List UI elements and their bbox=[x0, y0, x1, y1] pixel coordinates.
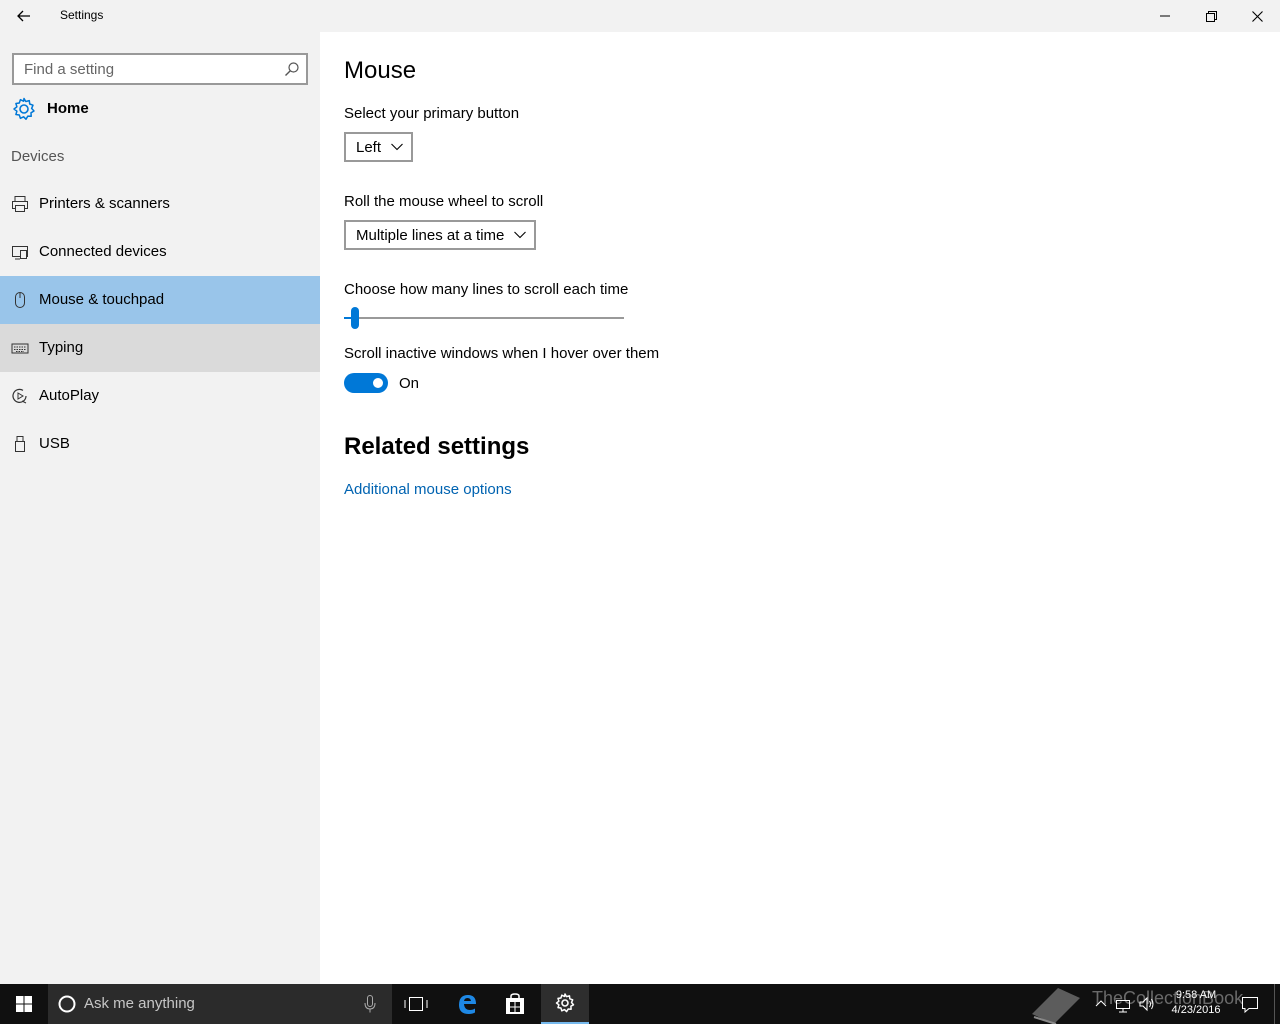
chevron-up-icon[interactable] bbox=[1094, 994, 1108, 1014]
system-tray bbox=[1094, 994, 1156, 1014]
close-icon bbox=[1251, 10, 1263, 22]
search-box[interactable] bbox=[12, 53, 308, 85]
network-icon[interactable] bbox=[1114, 994, 1132, 1014]
search-icon[interactable] bbox=[284, 61, 300, 77]
sidebar-item-label: Printers & scanners bbox=[39, 195, 170, 212]
home-link[interactable]: Home bbox=[0, 92, 320, 126]
usb-icon bbox=[15, 436, 25, 452]
primary-button-dropdown[interactable]: Left bbox=[344, 132, 414, 162]
book-icon bbox=[1032, 988, 1080, 1024]
restore-button[interactable] bbox=[1188, 0, 1234, 32]
edge-browser-icon bbox=[459, 995, 476, 1014]
store-bag-icon bbox=[506, 993, 524, 1014]
page-title: Mouse bbox=[344, 57, 417, 84]
primary-button-value: Left bbox=[356, 138, 382, 156]
title-bar: Settings bbox=[0, 0, 1280, 32]
cortana-icon bbox=[58, 995, 76, 1013]
sidebar-item-label: AutoPlay bbox=[39, 387, 100, 404]
primary-button-label: Select your primary button bbox=[344, 105, 520, 122]
chevron-down-icon bbox=[514, 231, 527, 239]
taskbar: Ask me anything TheCollectionBook 9:58 A… bbox=[0, 984, 1280, 1024]
wheel-scroll-dropdown[interactable]: Multiple lines at a time bbox=[344, 220, 537, 250]
toggle-knob bbox=[373, 378, 383, 388]
sidebar-item-usb[interactable]: USB bbox=[0, 420, 320, 468]
minimize-icon bbox=[1160, 15, 1170, 17]
settings-app-button[interactable] bbox=[541, 984, 589, 1024]
autoplay-icon bbox=[12, 388, 27, 404]
sidebar: Home Devices Printers & scanners Connect… bbox=[0, 32, 320, 984]
task-view-icon bbox=[404, 997, 428, 1011]
task-view-button[interactable] bbox=[392, 984, 440, 1024]
additional-mouse-options-link[interactable]: Additional mouse options bbox=[344, 481, 512, 498]
clock[interactable]: 9:58 AM 4/23/2016 bbox=[1160, 988, 1232, 1018]
back-arrow-icon bbox=[17, 10, 30, 22]
inactive-scroll-label: Scroll inactive windows when I hover ove… bbox=[344, 345, 660, 362]
printer-icon bbox=[12, 196, 28, 212]
clock-date: 4/23/2016 bbox=[1171, 1004, 1221, 1016]
sidebar-item-typing[interactable]: Typing bbox=[0, 324, 320, 372]
slider-thumb[interactable] bbox=[351, 307, 359, 329]
windows-logo-icon bbox=[16, 996, 32, 1012]
clock-time: 9:58 AM bbox=[1175, 989, 1217, 1001]
connected-devices-icon bbox=[12, 246, 28, 260]
chevron-down-icon bbox=[391, 143, 403, 151]
start-button[interactable] bbox=[0, 984, 48, 1024]
sidebar-item-label: USB bbox=[39, 435, 70, 452]
section-label: Devices bbox=[11, 148, 65, 165]
slider-track bbox=[344, 317, 624, 319]
related-settings-title: Related settings bbox=[344, 433, 530, 460]
sidebar-item-label: Connected devices bbox=[39, 243, 167, 260]
home-label: Home bbox=[47, 100, 89, 117]
volume-icon[interactable] bbox=[1138, 994, 1156, 1014]
sidebar-item-printers[interactable]: Printers & scanners bbox=[0, 180, 320, 228]
mouse-icon bbox=[15, 292, 25, 308]
back-button[interactable] bbox=[0, 0, 48, 32]
wheel-scroll-label: Roll the mouse wheel to scroll bbox=[344, 193, 544, 210]
sidebar-item-connected-devices[interactable]: Connected devices bbox=[0, 228, 320, 276]
sidebar-item-mouse-touchpad[interactable]: Mouse & touchpad bbox=[0, 276, 320, 324]
wheel-scroll-value: Multiple lines at a time bbox=[356, 226, 505, 244]
inactive-scroll-toggle[interactable] bbox=[344, 373, 388, 393]
restore-icon bbox=[1205, 10, 1217, 22]
gear-icon bbox=[555, 993, 575, 1013]
sidebar-item-label: Mouse & touchpad bbox=[39, 291, 165, 308]
lines-slider[interactable] bbox=[344, 307, 624, 331]
action-center-icon[interactable] bbox=[1240, 994, 1260, 1014]
cortana-search-box[interactable]: Ask me anything bbox=[48, 984, 392, 1024]
sidebar-item-autoplay[interactable]: AutoPlay bbox=[0, 372, 320, 420]
microphone-icon[interactable] bbox=[364, 995, 376, 1013]
slider-fill bbox=[344, 317, 351, 319]
gear-icon bbox=[13, 97, 35, 120]
search-input[interactable] bbox=[24, 60, 274, 78]
lines-slider-label: Choose how many lines to scroll each tim… bbox=[344, 281, 629, 298]
toggle-state-label: On bbox=[399, 375, 420, 392]
close-button[interactable] bbox=[1234, 0, 1280, 32]
store-app-button[interactable] bbox=[491, 984, 539, 1024]
window-title: Settings bbox=[60, 8, 104, 22]
sidebar-item-label: Typing bbox=[39, 339, 84, 356]
cortana-search-placeholder: Ask me anything bbox=[84, 995, 195, 1012]
minimize-button[interactable] bbox=[1142, 0, 1188, 32]
show-desktop-button[interactable] bbox=[1274, 984, 1275, 1024]
main-content: Mouse Select your primary button Left Ro… bbox=[320, 32, 1280, 984]
keyboard-icon bbox=[11, 343, 29, 354]
edge-app-button[interactable] bbox=[443, 984, 491, 1024]
